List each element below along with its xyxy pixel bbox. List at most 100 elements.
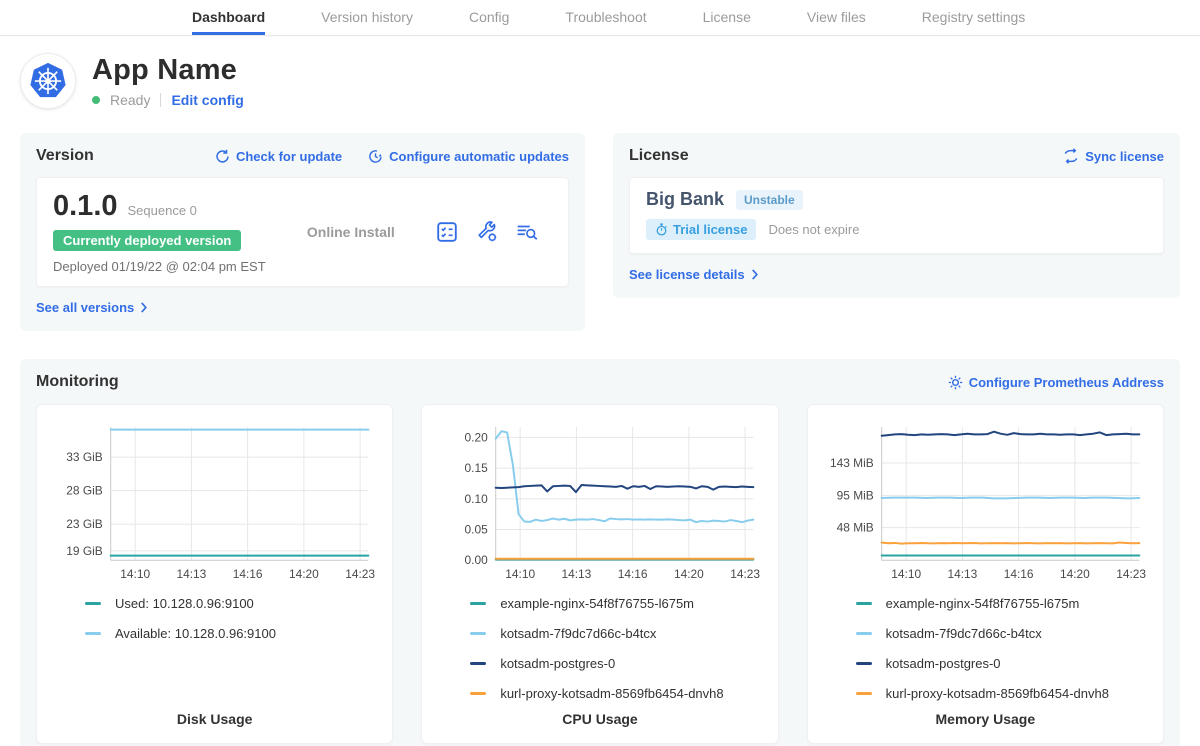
tab-config[interactable]: Config [469, 0, 509, 35]
edit-config-link[interactable]: Edit config [171, 92, 243, 108]
license-panel: License Sync license Big Bank Unstable [613, 133, 1180, 298]
app-logo [20, 53, 76, 109]
tab-label: Dashboard [192, 9, 265, 25]
legend-label: kotsadm-postgres-0 [886, 656, 1001, 671]
x-tick-label: 14:10 [120, 567, 150, 581]
tab-version-history[interactable]: Version history [321, 0, 413, 35]
edit-config-label: Edit config [171, 92, 243, 108]
y-tick-label: 0.20 [465, 430, 489, 444]
y-tick-label: 0.00 [465, 553, 489, 567]
sync-arrows-icon [1063, 148, 1079, 164]
deployed-timestamp: Deployed 01/19/22 @ 02:04 pm EST [53, 259, 266, 274]
legend-label: kotsadm-7f9dc7d66c-b4tcx [886, 626, 1042, 641]
install-type: Online Install [266, 224, 436, 240]
legend-item: Used: 10.128.0.96:9100 [85, 596, 380, 611]
series-line [881, 543, 1139, 544]
disk-usage-chart[interactable]: 19 GiB23 GiB28 GiB33 GiB14:1014:1314:161… [49, 415, 380, 586]
view-deploy-logs-button[interactable] [516, 221, 538, 243]
cpu-usage-chart[interactable]: 0.000.050.100.150.2014:1014:1314:1614:20… [434, 415, 765, 586]
customer-name: Big Bank [646, 189, 724, 210]
x-tick-label: 14:10 [891, 567, 921, 581]
check-for-update-link[interactable]: Check for update [215, 149, 342, 164]
x-tick-label: 14:20 [674, 567, 704, 581]
x-tick-label: 14:16 [1003, 567, 1033, 581]
x-tick-label: 14:20 [289, 567, 319, 581]
series-line [881, 432, 1139, 436]
legend-item: kotsadm-postgres-0 [856, 656, 1151, 671]
legend-label: Used: 10.128.0.96:9100 [115, 596, 254, 611]
monitoring-panel: Monitoring Configure Prometheus Address … [20, 359, 1180, 746]
currently-deployed-badge: Currently deployed version [53, 230, 241, 251]
legend-swatch-icon [85, 632, 101, 635]
kubernetes-logo-icon [28, 61, 68, 101]
y-tick-label: 0.10 [465, 492, 489, 506]
version-panel-title: Version [36, 147, 94, 165]
legend-swatch-icon [856, 632, 872, 635]
chart-canvas: 48 MiB95 MiB143 MiB14:1014:1314:1614:201… [820, 415, 1151, 586]
check-for-update-label: Check for update [236, 149, 342, 164]
legend-swatch-icon [856, 692, 872, 695]
divider [160, 93, 161, 107]
see-license-details-label: See license details [629, 267, 745, 282]
see-all-versions-link[interactable]: See all versions [36, 300, 148, 315]
y-tick-label: 19 GiB [66, 544, 102, 558]
tab-registry-settings[interactable]: Registry settings [922, 0, 1025, 35]
tab-label: License [703, 9, 751, 25]
chevron-right-icon [140, 302, 148, 313]
sync-license-link[interactable]: Sync license [1063, 148, 1164, 164]
legend-swatch-icon [85, 602, 101, 605]
tab-label: Config [469, 9, 509, 25]
config-tools-icon [476, 221, 498, 243]
series-line [881, 498, 1139, 499]
tab-view-files[interactable]: View files [807, 0, 866, 35]
cpu-usage-chart-card: 0.000.050.100.150.2014:1014:1314:1614:20… [421, 404, 778, 744]
expiry-text: Does not expire [768, 222, 859, 237]
refresh-icon [215, 149, 230, 164]
sync-license-label: Sync license [1085, 149, 1164, 164]
y-tick-label: 143 MiB [830, 456, 874, 470]
legend-item: kotsadm-postgres-0 [470, 656, 765, 671]
legend-item: kotsadm-7f9dc7d66c-b4tcx [470, 626, 765, 641]
app-status: Ready [110, 92, 150, 108]
series-line [496, 431, 754, 522]
tab-license[interactable]: License [703, 0, 751, 35]
legend-swatch-icon [856, 602, 872, 605]
x-tick-label: 14:20 [1060, 567, 1090, 581]
memory-usage-chart[interactable]: 48 MiB95 MiB143 MiB14:1014:1314:1614:201… [820, 415, 1151, 586]
tab-label: Troubleshoot [565, 9, 646, 25]
chart-canvas: 0.000.050.100.150.2014:1014:1314:1614:20… [434, 415, 765, 586]
view-logs-icon [516, 221, 538, 243]
legend-item: kurl-proxy-kotsadm-8569fb6454-dnvh8 [470, 686, 765, 701]
monitoring-title: Monitoring [36, 373, 119, 391]
chart-title: Memory Usage [820, 701, 1151, 735]
series-line [496, 485, 754, 492]
chart-canvas: 19 GiB23 GiB28 GiB33 GiB14:1014:1314:161… [49, 415, 380, 586]
tab-label: Version history [321, 9, 413, 25]
y-tick-label: 95 MiB [836, 489, 873, 503]
legend-label: kotsadm-postgres-0 [500, 656, 615, 671]
tab-dashboard[interactable]: Dashboard [192, 0, 265, 35]
status-dot-icon [92, 96, 100, 104]
legend-label: example-nginx-54f8f76755-l675m [886, 596, 1080, 611]
legend-swatch-icon [470, 692, 486, 695]
x-tick-label: 14:10 [506, 567, 536, 581]
preflight-checks-button[interactable] [436, 221, 458, 243]
y-tick-label: 28 GiB [66, 484, 102, 498]
trial-license-badge: Trial license [646, 219, 756, 240]
cpu-usage-legend: example-nginx-54f8f76755-l675mkotsadm-7f… [434, 596, 765, 701]
legend-swatch-icon [470, 662, 486, 665]
x-tick-label: 14:23 [345, 567, 375, 581]
edit-config-button[interactable] [476, 221, 498, 243]
see-license-details-link[interactable]: See license details [629, 267, 759, 282]
version-panel: Version Check for update [20, 133, 585, 331]
y-tick-label: 0.15 [465, 461, 489, 475]
legend-item: kurl-proxy-kotsadm-8569fb6454-dnvh8 [856, 686, 1151, 701]
app-header: App Name Ready Edit config [20, 53, 1180, 109]
x-tick-label: 14:13 [176, 567, 206, 581]
legend-swatch-icon [856, 662, 872, 665]
configure-automatic-updates-link[interactable]: Configure automatic updates [368, 149, 569, 164]
configure-prometheus-link[interactable]: Configure Prometheus Address [948, 375, 1164, 390]
x-tick-label: 14:23 [1116, 567, 1146, 581]
current-version-card: 0.1.0 Sequence 0 Currently deployed vers… [36, 177, 569, 287]
tab-troubleshoot[interactable]: Troubleshoot [565, 0, 646, 35]
